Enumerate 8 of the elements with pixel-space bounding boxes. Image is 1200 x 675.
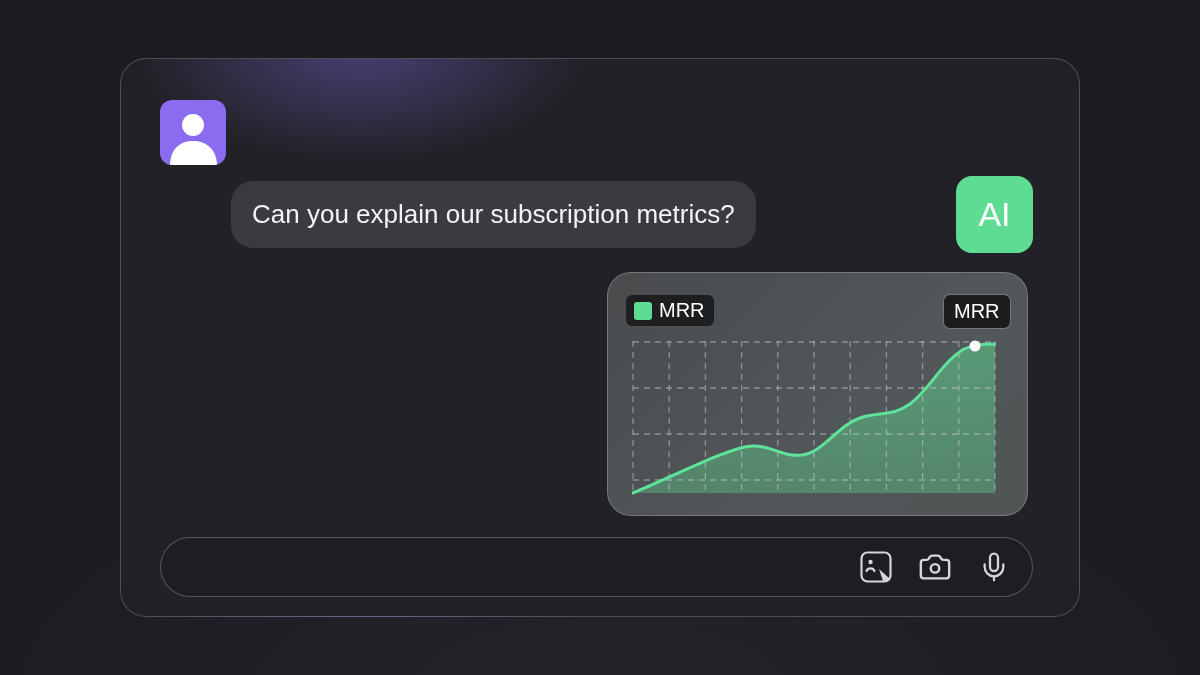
- image-icon[interactable]: [860, 551, 892, 583]
- message-input[interactable]: [160, 537, 1033, 597]
- person-avatar-icon: [160, 100, 226, 165]
- legend-label: MRR: [659, 299, 705, 322]
- chart-tooltip: MRR: [943, 294, 1011, 329]
- ai-avatar: AI: [956, 176, 1033, 253]
- legend-swatch-icon: [634, 301, 652, 320]
- message-bubble: Can you explain our subscription metrics?: [231, 181, 756, 248]
